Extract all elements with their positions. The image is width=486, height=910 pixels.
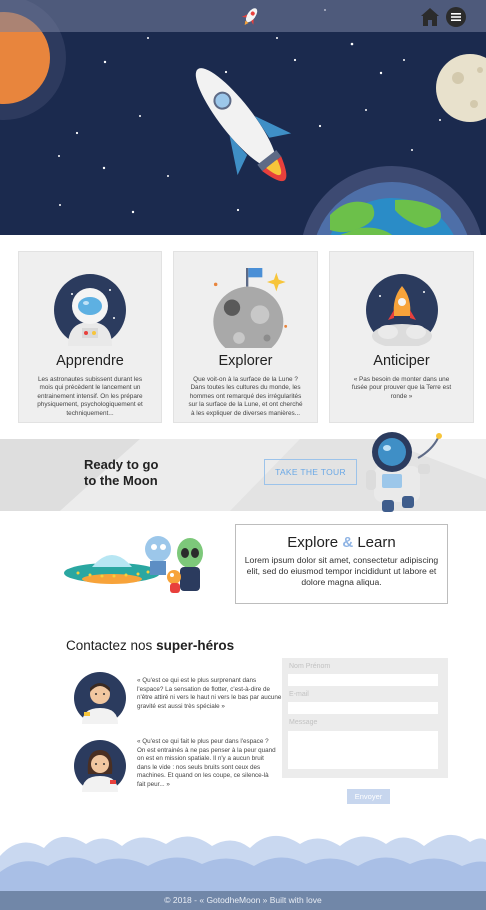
astronaut-man-avatar (74, 672, 126, 724)
name-input[interactable] (288, 674, 438, 686)
name-label: Nom Prénom (289, 663, 331, 670)
card-title: Anticiper (373, 353, 430, 369)
banner-title-line2: to the Moon (84, 473, 158, 488)
email-label: E-mail (289, 691, 309, 698)
card-apprendre: Apprendre Les astronautes subissent dura… (18, 251, 162, 423)
hero-banner (0, 0, 486, 235)
explore-title-ampersand: & (342, 534, 354, 551)
card-title: Apprendre (56, 353, 124, 369)
astronaut-illustration (366, 432, 442, 512)
contact-title-bold: super-héros (156, 638, 235, 653)
explore-learn-box: Explore & Learn Lorem ipsum dolor sit am… (235, 524, 448, 604)
card-text: « Pas besoin de monter dans une fusée po… (351, 376, 452, 400)
contact-title-prefix: Contactez nos (66, 638, 153, 653)
explore-text: Lorem ipsum dolor sit amet, consectetur … (244, 555, 439, 587)
menu-icon[interactable] (446, 7, 466, 27)
astronaut-quote-2: « Qu'est ce qui fait le plus peur dans l… (137, 738, 276, 788)
footer-link[interactable]: GotodheMoon (206, 895, 260, 905)
card-explorer: Explorer Que voit-on à la surface de la … (173, 251, 318, 423)
top-navigation-bar (0, 0, 486, 32)
page: Apprendre Les astronautes subissent dura… (0, 0, 486, 910)
alien-ufo-illustration (64, 536, 203, 593)
rocket-launch-icon (365, 274, 438, 346)
email-input[interactable] (288, 702, 438, 714)
message-textarea[interactable] (288, 731, 438, 769)
astronaut-quote-1: « Qu'est ce qui est le plus surprenant d… (137, 677, 282, 710)
moon-icon (212, 268, 287, 348)
card-title: Explorer (218, 353, 273, 369)
card-text: Les astronautes subissent durant les moi… (37, 376, 143, 417)
learn-title-word: Learn (357, 534, 396, 551)
message-label: Message (289, 719, 318, 726)
contact-title: Contactez nos super-héros (66, 638, 234, 653)
astronaut-icon (54, 274, 126, 346)
home-icon[interactable] (420, 7, 440, 27)
rocket-icon[interactable] (240, 5, 262, 27)
take-the-tour-button[interactable]: TAKE THE TOUR (264, 459, 357, 485)
card-anticiper: Anticiper « Pas besoin de monter dans un… (329, 251, 474, 423)
explore-title-word: Explore (287, 534, 339, 551)
footer-suffix: » Built with love (260, 895, 322, 905)
footer: © 2018 - « GotodheMoon » Built with love (0, 891, 486, 910)
banner-title-line1: Ready to go (84, 457, 159, 472)
send-button[interactable]: Envoyer (347, 789, 390, 804)
explore-title: Explore & Learn (236, 534, 447, 551)
footer-prefix: © 2018 - « (164, 895, 207, 905)
clouds-decoration (0, 834, 486, 892)
astronaut-woman-avatar (74, 740, 126, 792)
space-illustration (0, 0, 486, 235)
card-text: Que voit-on à la surface de la Lune ? Da… (188, 376, 303, 417)
banner-title: Ready to go to the Moon (84, 457, 158, 489)
